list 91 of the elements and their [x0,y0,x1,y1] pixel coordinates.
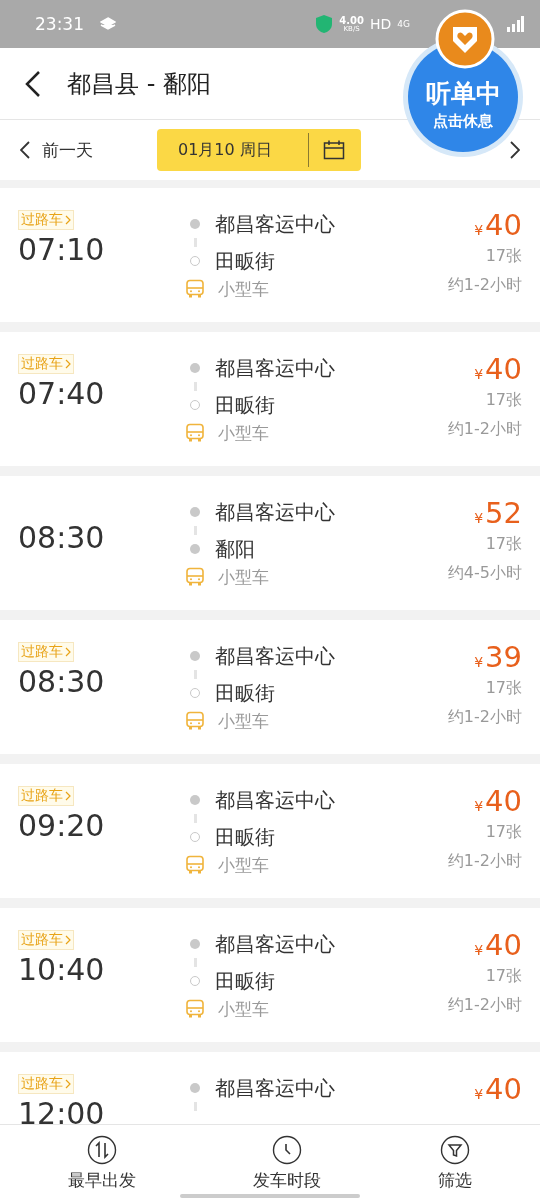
ticket-price: ¥40 [474,786,522,818]
layers-icon [100,17,116,31]
route-title: 都昌县 - 鄱阳 [67,68,211,100]
seats-left: 17张 [485,389,522,411]
origin-station: 都昌客运中心 [215,642,335,670]
trip-duration: 约1-2小时 [447,418,522,440]
trip-card[interactable]: 过路车 09:20 都昌客运中心 田畈街 小型车 ¥40 17张 约1-2小时 [0,764,540,898]
sort-icon [87,1135,118,1165]
trip-card[interactable]: 过路车 08:30 都昌客运中心 田畈街 小型车 ¥39 17张 约1-2小时 [0,620,540,754]
destination-station: 田畈街 [215,823,275,851]
ticket-price: ¥40 [474,210,522,242]
chevron-right-icon [65,1079,71,1089]
departure-time: 10:40 [18,952,106,987]
departure-time: 12:00 [18,1096,106,1124]
vehicle-type: 小型车 [218,709,269,733]
bus-icon [185,855,205,875]
origin-dot [190,651,200,661]
bottom-nav-button[interactable]: 筛选 [437,1125,472,1200]
vehicle-type: 小型车 [218,565,269,589]
vehicle-type: 小型车 [218,997,269,1021]
origin-dot [190,1083,200,1093]
vehicle-type: 小型车 [218,277,269,301]
chevron-right-icon [65,359,71,369]
seats-left: 17张 [485,245,522,267]
origin-station: 都昌客运中心 [215,354,335,382]
origin-station: 都昌客运中心 [215,498,335,526]
origin-dot [190,219,200,229]
bus-icon [185,711,205,731]
filter-icon [439,1135,470,1165]
destination-station: 田畈街 [215,391,275,419]
destination-station: 田畈街 [215,679,275,707]
calendar-icon [323,140,345,160]
ticket-price: ¥39 [474,642,522,674]
bus-icon [185,423,205,443]
origin-dot [190,795,200,805]
origin-dot [190,939,200,949]
origin-dot [190,363,200,373]
next-day-icon[interactable] [510,141,520,159]
chevron-right-icon [65,935,71,945]
trip-duration: 约1-2小时 [447,850,522,872]
origin-dot [190,507,200,517]
bus-icon [185,567,205,587]
origin-station: 都昌客运中心 [215,786,335,814]
destination-station: 田畈街 [215,967,275,995]
trip-card[interactable]: 过路车 07:40 都昌客运中心 田畈街 小型车 ¥40 17张 约1-2小时 [0,332,540,466]
chevron-right-icon [65,791,71,801]
trip-duration: 约1-2小时 [447,274,522,296]
departure-time: 09:20 [18,808,106,843]
departure-time: 07:40 [18,376,106,411]
trip-duration: 约1-2小时 [447,994,522,1016]
departure-time: 08:30 [18,664,106,699]
bottom-nav-button[interactable]: 发车时段 [253,1125,321,1200]
chevron-right-icon [65,647,71,657]
clock-icon [272,1135,302,1165]
ticket-price: ¥52 [474,498,522,530]
origin-station: 都昌客运中心 [215,1074,335,1102]
bottom-nav-button[interactable]: 最早出发 [68,1125,137,1200]
ticket-price: ¥40 [474,1074,522,1106]
seats-left: 17张 [485,965,522,987]
back-icon[interactable] [25,69,41,98]
previous-day-button[interactable]: 前一天 [20,138,93,162]
seats-left: 17张 [485,821,522,843]
trip-card[interactable]: 过路车 07:10 都昌客运中心 田畈街 小型车 ¥40 17张 约1-2小时 [0,188,540,322]
departure-time: 07:10 [18,232,106,267]
hd-indicator: HD [370,16,392,32]
destination-station: 田畈街 [215,247,275,275]
trip-card[interactable]: 过路车 12:00 都昌客运中心 ¥40 [0,1052,540,1124]
bus-icon [185,279,205,299]
destination-station: 鄱阳 [215,535,255,563]
seats-left: 17张 [485,533,522,555]
status-time: 23:31 [35,14,84,34]
date-picker[interactable]: 01月10 周日 [157,129,361,171]
origin-station: 都昌客运中心 [215,930,335,958]
vehicle-type: 小型车 [218,421,269,445]
origin-station: 都昌客运中心 [215,210,335,238]
seats-left: 17张 [485,677,522,699]
bus-icon [185,999,205,1019]
trip-card[interactable]: 过路车 10:40 都昌客运中心 田畈街 小型车 ¥40 17张 约1-2小时 [0,908,540,1042]
shield-icon [315,14,334,34]
signal-icon [506,16,524,32]
vehicle-type: 小型车 [218,853,269,877]
trip-card[interactable]: 08:30 都昌客运中心 鄱阳 小型车 ¥52 17张 约4-5小时 [0,476,540,610]
chevron-left-icon [20,141,30,159]
departure-time: 08:30 [18,520,106,555]
chevron-right-icon [65,215,71,225]
trip-duration: 约4-5小时 [447,562,522,584]
network-type: 4G [397,19,410,29]
ticket-price: ¥40 [474,354,522,386]
trip-duration: 约1-2小时 [447,706,522,728]
ticket-price: ¥40 [474,930,522,962]
date-text: 01月10 周日 [178,139,273,161]
